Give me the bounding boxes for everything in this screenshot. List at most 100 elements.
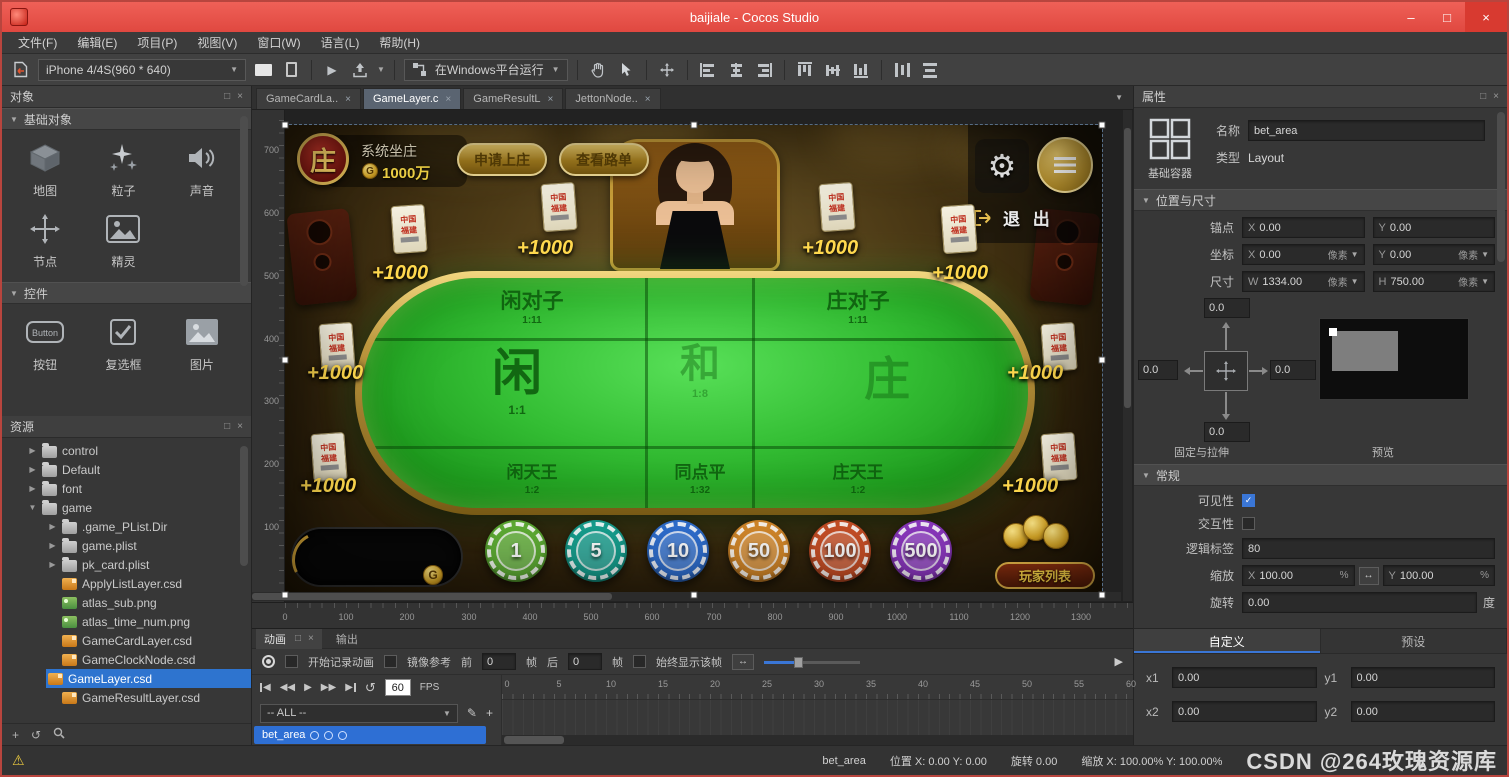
tab-list-icon[interactable]: ▼: [1115, 93, 1123, 102]
play-button[interactable]: ▶: [304, 682, 312, 693]
track-option-icon[interactable]: [338, 731, 347, 740]
margin-bottom-input[interactable]: [1204, 422, 1250, 442]
onion-skin-slider[interactable]: [764, 655, 860, 669]
tree-item-control[interactable]: ▶ control: [2, 441, 251, 460]
player-list-button[interactable]: 玩家列表: [995, 562, 1095, 589]
palette-item-image[interactable]: 图片: [163, 314, 241, 373]
tree-item-atlas-sub[interactable]: atlas_sub.png: [2, 593, 251, 612]
menu-file[interactable]: 文件(F): [8, 32, 67, 53]
timeline-ruler[interactable]: 0 5 10 15 20 25 30 35 40 45 50 55: [502, 675, 1133, 700]
selection-handle[interactable]: [1099, 357, 1106, 364]
anchor-y-input[interactable]: Y: [1373, 217, 1496, 238]
always-show-frame-checkbox[interactable]: [633, 655, 646, 668]
group-basic-objects[interactable]: ▼ 基础对象: [2, 108, 251, 130]
close-panel-icon[interactable]: ×: [1493, 91, 1499, 102]
close-icon[interactable]: ×: [645, 94, 651, 105]
link-scale-icon[interactable]: ↔: [1359, 567, 1379, 585]
expand-icon[interactable]: ▶: [28, 465, 37, 474]
first-frame-button[interactable]: ◀: [260, 682, 271, 693]
search-icon[interactable]: [53, 727, 65, 742]
add-resource-icon[interactable]: +: [12, 728, 19, 742]
expand-icon[interactable]: ▶: [48, 541, 57, 550]
visible-checkbox[interactable]: ✓: [1242, 494, 1255, 507]
anchor-x-input[interactable]: X: [1242, 217, 1365, 238]
tree-item-atlas-time-num[interactable]: atlas_time_num.png: [2, 612, 251, 631]
tab-jettonnode[interactable]: JettonNode.. ×: [565, 88, 660, 109]
tree-item-default[interactable]: ▶ Default: [2, 460, 251, 479]
close-icon[interactable]: ×: [345, 94, 351, 105]
tab-animation[interactable]: 动画 □ ×: [256, 629, 322, 649]
align-bottom-icon[interactable]: [850, 59, 872, 81]
warning-icon[interactable]: ⚠: [12, 752, 25, 769]
track-option-icon[interactable]: [324, 731, 333, 740]
y1-input[interactable]: [1351, 667, 1496, 688]
settings-gear-icon[interactable]: ⚙: [975, 139, 1029, 193]
play-preview-icon[interactable]: ▶: [321, 59, 343, 81]
palette-item-particle[interactable]: 粒子: [84, 140, 162, 199]
rewind-button[interactable]: ◀◀: [280, 682, 295, 693]
close-panel-icon[interactable]: ×: [237, 421, 243, 432]
refresh-icon[interactable]: ↺: [31, 728, 41, 742]
y2-input[interactable]: [1351, 701, 1496, 722]
align-center-h-icon[interactable]: [725, 59, 747, 81]
chip-50[interactable]: 50: [728, 520, 790, 582]
expand-icon[interactable]: ▶: [48, 560, 57, 569]
design-canvas[interactable]: 庄 系统坐庄 G 1000万 申请上庄 查看路单 ⚙ 退 出: [285, 125, 1102, 595]
timeline-track-bet-area[interactable]: bet_area: [254, 726, 486, 744]
hand-pan-icon[interactable]: [587, 59, 609, 81]
canvas-vscrollbar[interactable]: [1123, 110, 1132, 601]
record-icon[interactable]: [262, 655, 275, 668]
palette-item-map[interactable]: 地图: [6, 140, 84, 199]
loop-button[interactable]: ↺: [365, 680, 376, 696]
edit-pencil-icon[interactable]: ✎: [467, 706, 477, 720]
tree-item-game[interactable]: ▼ game: [2, 498, 251, 517]
selection-handle[interactable]: [691, 592, 698, 599]
exit-button[interactable]: 退 出: [973, 205, 1054, 230]
frames-before-input[interactable]: [482, 653, 516, 670]
track-option-icon[interactable]: [310, 731, 319, 740]
chip-100[interactable]: 100: [809, 520, 871, 582]
float-panel-icon[interactable]: □: [224, 421, 230, 432]
section-position-size[interactable]: ▼ 位置与尺寸: [1134, 189, 1507, 211]
close-icon[interactable]: ×: [548, 94, 554, 105]
apply-banker-button[interactable]: 申请上庄: [457, 143, 547, 176]
float-panel-icon[interactable]: □: [1480, 91, 1486, 102]
scale-x-input[interactable]: X %: [1242, 565, 1355, 586]
menu-language[interactable]: 语言(L): [311, 32, 370, 53]
coord-y-input[interactable]: Y 像素▼: [1373, 244, 1496, 265]
x2-input[interactable]: [1172, 701, 1317, 722]
collapse-icon[interactable]: ▼: [28, 503, 37, 512]
close-panel-icon[interactable]: ×: [308, 633, 314, 644]
tree-item-game-plist[interactable]: ▶ game.plist: [2, 536, 251, 555]
menu-project[interactable]: 项目(P): [127, 32, 187, 53]
new-file-icon[interactable]: [10, 59, 32, 81]
size-h-input[interactable]: H 像素▼: [1373, 271, 1496, 292]
chip-500[interactable]: 500: [890, 520, 952, 582]
tree-item-gameresultlayer[interactable]: GameResultLayer.csd: [2, 688, 251, 707]
title-bar[interactable]: baijiale - Cocos Studio – □ ×: [2, 2, 1507, 32]
scale-y-input[interactable]: Y %: [1383, 565, 1496, 586]
palette-item-button[interactable]: Button 按钮: [6, 314, 84, 373]
maximize-button[interactable]: □: [1429, 2, 1465, 32]
view-road-button[interactable]: 查看路单: [559, 143, 649, 176]
align-center-v-icon[interactable]: [822, 59, 844, 81]
name-input[interactable]: [1248, 120, 1485, 141]
coord-x-input[interactable]: X 像素▼: [1242, 244, 1365, 265]
selection-handle[interactable]: [1099, 122, 1106, 129]
group-widgets[interactable]: ▼ 控件: [2, 282, 251, 304]
tab-preset[interactable]: 预设: [1321, 629, 1508, 653]
tab-gameresultlayer[interactable]: GameResultL ×: [463, 88, 563, 109]
distribute-h-icon[interactable]: [891, 59, 913, 81]
forward-button[interactable]: ▶▶: [321, 682, 336, 693]
selection-handle[interactable]: [282, 122, 289, 129]
canvas-hscrollbar[interactable]: [252, 592, 1121, 601]
fps-input[interactable]: 60: [385, 679, 411, 696]
tab-gamecardlayer[interactable]: GameCardLa.. ×: [256, 88, 361, 109]
tree-item-gameclocknode[interactable]: GameClockNode.csd: [2, 650, 251, 669]
menu-window[interactable]: 窗口(W): [247, 32, 310, 53]
timeline-scrollbar[interactable]: [502, 735, 1133, 745]
menu-edit[interactable]: 编辑(E): [67, 32, 127, 53]
add-track-icon[interactable]: +: [486, 706, 493, 720]
select-cursor-icon[interactable]: [615, 59, 637, 81]
minimize-button[interactable]: –: [1393, 2, 1429, 32]
